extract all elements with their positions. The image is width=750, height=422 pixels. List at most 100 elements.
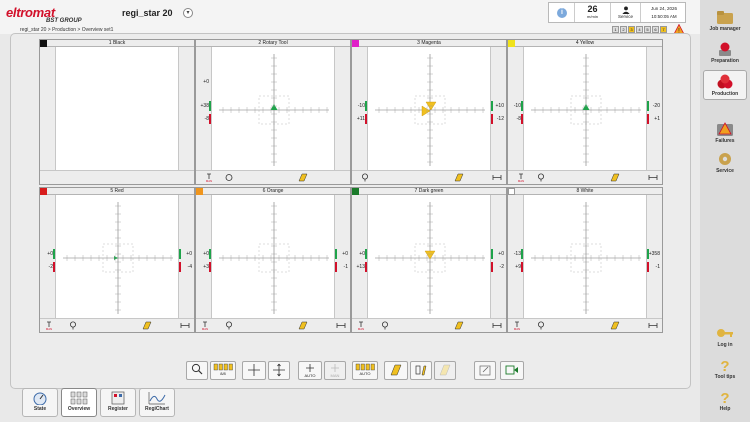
unit-tile-2[interactable]: 2 Rotary Tool +0 +38 -8 MAN: [195, 39, 351, 185]
export-icon: [479, 365, 491, 376]
lamp-icon[interactable]: [536, 173, 546, 182]
unit-title: 6 Orange: [196, 188, 350, 195]
right-bar-2: [179, 262, 181, 272]
tab-register[interactable]: Register: [100, 388, 136, 417]
reset-icon[interactable]: [224, 173, 234, 182]
unit-tile-5[interactable]: 5 Red +0 -2 +0 -4 MAN: [39, 187, 195, 333]
zoom-button[interactable]: [186, 361, 208, 380]
left-value: +0: [359, 251, 365, 257]
left-bar: [521, 249, 523, 259]
right-bar-2: [491, 114, 493, 124]
marks-icon[interactable]: [610, 173, 620, 182]
unit-tile-1[interactable]: 1 Black: [39, 39, 195, 185]
width-icon[interactable]: [492, 173, 502, 182]
indicator-7[interactable]: 7: [660, 26, 667, 33]
marks-icon[interactable]: [454, 321, 464, 330]
lamp-icon[interactable]: [360, 173, 370, 182]
overview-panel: 1 Black 2 Rotary Tool +0 +38 -8 MAN 3 Ma…: [10, 33, 691, 389]
unit-tile-7[interactable]: 7 Dark green +0 +13 +0 -2 MAN: [351, 187, 507, 333]
unit-tile-3[interactable]: 3 Magenta -10 +11 +10 -12: [351, 39, 507, 185]
mark-edit-button[interactable]: [410, 361, 432, 380]
nav-preparation[interactable]: Preparation: [703, 38, 747, 68]
folder-icon: [717, 11, 733, 24]
info-button[interactable]: i: [549, 3, 575, 22]
man-icon[interactable]: MAN: [356, 321, 366, 330]
mark-disabled-button[interactable]: [434, 361, 456, 380]
left-bar-2: [209, 114, 211, 124]
auto-units-button[interactable]: AUTO: [352, 361, 378, 380]
left-bar-2: [365, 262, 367, 272]
unit-footer: MAN: [40, 318, 194, 332]
auto-button[interactable]: AUTO: [298, 361, 322, 380]
man-icon[interactable]: MAN: [44, 321, 54, 330]
left-bar: [365, 101, 367, 111]
lamp-icon[interactable]: [536, 321, 546, 330]
width-icon[interactable]: [336, 321, 346, 330]
man-move-icon: [331, 364, 339, 372]
select-all-button[interactable]: 8/8: [210, 361, 236, 380]
speed-display: 26 m/min: [575, 3, 611, 22]
left-value: -13: [513, 251, 521, 257]
unit-tile-4[interactable]: 4 Yellow -10 -8 -20 +1 MAN: [507, 39, 663, 185]
width-icon[interactable]: [492, 321, 502, 330]
marks-icon[interactable]: [610, 321, 620, 330]
user-button[interactable]: Service: [611, 3, 641, 22]
nav-production[interactable]: Production: [703, 70, 747, 100]
marks-icon[interactable]: [298, 321, 308, 330]
nav-login[interactable]: Log in: [703, 322, 747, 352]
left-bar: [53, 249, 55, 259]
export-button[interactable]: [474, 361, 496, 380]
indicator-2[interactable]: 2: [620, 26, 627, 33]
nav-tooltips[interactable]: ? Tool tips: [703, 354, 747, 384]
unit-tile-6[interactable]: 6 Orange +0 +3 +0 -1 MAN: [195, 187, 351, 333]
man-icon[interactable]: MAN: [200, 321, 210, 330]
unit-tile-8[interactable]: 8 White -13 +9 +358 -1 MAN: [507, 187, 663, 333]
mark-disabled-icon: [439, 364, 451, 376]
preparation-icon: [719, 42, 731, 56]
left-values: -10 +11: [352, 47, 368, 172]
unit-color-swatch: [352, 40, 359, 47]
camera-button[interactable]: [500, 361, 524, 380]
width-icon[interactable]: [648, 173, 658, 182]
nav-help[interactable]: ? Help: [703, 386, 747, 416]
header: eltromat BST GROUP regi_star 20 ▾ regi_s…: [0, 0, 700, 34]
left-value-2: -2: [48, 264, 53, 270]
marks-icon[interactable]: [142, 321, 152, 330]
lamp-icon[interactable]: [380, 321, 390, 330]
unit-footer: MAN: [508, 318, 662, 332]
nav-service[interactable]: Service: [703, 148, 747, 178]
marks-icon[interactable]: [298, 173, 308, 182]
auto-label: AUTO: [304, 373, 316, 378]
zoom-icon: [191, 363, 203, 375]
job-dropdown-button[interactable]: ▾: [183, 8, 193, 18]
indicator-3[interactable]: 3: [628, 26, 635, 33]
speed-value: 26: [587, 4, 598, 14]
move-button[interactable]: [268, 361, 290, 380]
man-button[interactable]: MAN: [324, 361, 346, 380]
man-icon[interactable]: MAN: [512, 321, 522, 330]
width-icon[interactable]: [648, 321, 658, 330]
tab-overview[interactable]: Overview: [61, 388, 97, 417]
indicator-4[interactable]: 4: [636, 26, 643, 33]
tab-regichart[interactable]: RegiChart: [139, 388, 175, 417]
lamp-icon[interactable]: [68, 321, 78, 330]
nav-label: Preparation: [711, 58, 739, 64]
green-marker: [582, 104, 590, 110]
unit-footer: [40, 170, 194, 184]
crosshair-button[interactable]: [242, 361, 266, 380]
tab-state[interactable]: State: [22, 388, 58, 417]
user-label: Service: [617, 14, 633, 19]
man-icon[interactable]: MAN: [204, 173, 214, 182]
width-icon[interactable]: [180, 321, 190, 330]
nav-job-manager[interactable]: Job manager: [703, 6, 747, 36]
man-icon[interactable]: MAN: [516, 173, 526, 182]
unit-footer: MAN: [352, 318, 506, 332]
svg-text:MAN: MAN: [202, 327, 208, 330]
nav-failures[interactable]: Failures: [703, 118, 747, 148]
indicator-6[interactable]: 6: [652, 26, 659, 33]
indicator-1[interactable]: 1: [612, 26, 619, 33]
marks-icon[interactable]: [454, 173, 464, 182]
lamp-icon[interactable]: [224, 321, 234, 330]
indicator-5[interactable]: 5: [644, 26, 651, 33]
marks-button[interactable]: [384, 361, 408, 380]
